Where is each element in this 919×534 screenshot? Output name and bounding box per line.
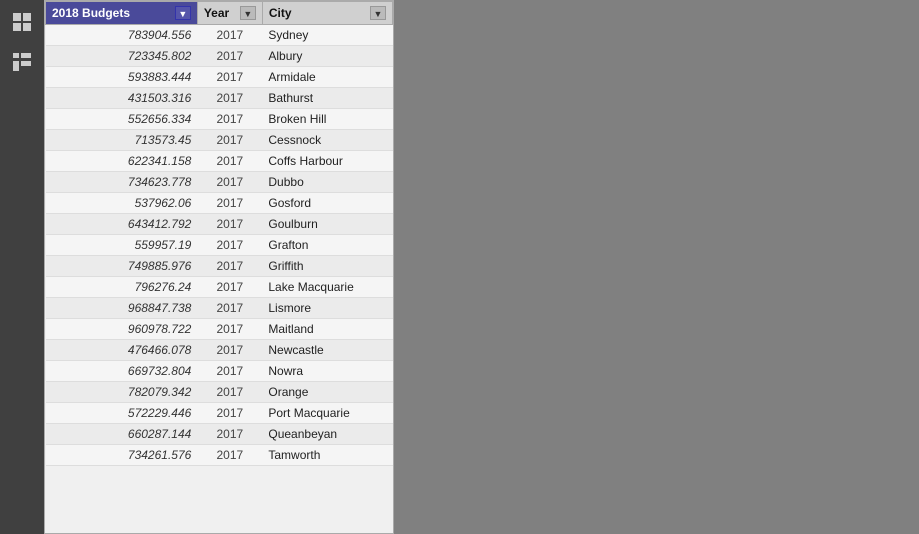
sidebar [0,0,44,534]
city-cell: Griffith [262,256,392,277]
budget-cell: 749885.976 [46,256,198,277]
table-row[interactable]: 713573.452017Cessnock [46,130,393,151]
budget-cell: 960978.722 [46,319,198,340]
city-column-header: City ▼ [262,2,392,25]
data-table: 2018 Budgets ▼ Year ▼ City ▼ [44,0,394,534]
budget-cell: 622341.158 [46,151,198,172]
year-cell: 2017 [197,403,262,424]
table-row[interactable]: 552656.3342017Broken Hill [46,109,393,130]
budget-cell: 734261.576 [46,445,198,466]
year-cell: 2017 [197,277,262,298]
year-cell: 2017 [197,67,262,88]
year-cell: 2017 [197,46,262,67]
city-cell: Coffs Harbour [262,151,392,172]
budget-cell: 782079.342 [46,382,198,403]
year-cell: 2017 [197,88,262,109]
year-cell: 2017 [197,172,262,193]
table-row[interactable]: 749885.9762017Griffith [46,256,393,277]
table-row[interactable]: 783904.5562017Sydney [46,25,393,46]
budget-cell: 476466.078 [46,340,198,361]
budget-cell: 552656.334 [46,109,198,130]
table-row[interactable]: 559957.192017Grafton [46,235,393,256]
table-row[interactable]: 476466.0782017Newcastle [46,340,393,361]
budget-cell: 537962.06 [46,193,198,214]
city-cell: Broken Hill [262,109,392,130]
table-row[interactable]: 593883.4442017Armidale [46,67,393,88]
budget-cell: 593883.444 [46,67,198,88]
budget-cell: 559957.19 [46,235,198,256]
year-cell: 2017 [197,25,262,46]
hierarchy-icon[interactable] [8,48,36,76]
year-cell: 2017 [197,214,262,235]
year-cell: 2017 [197,361,262,382]
table-row[interactable]: 782079.3422017Orange [46,382,393,403]
budget-cell: 734623.778 [46,172,198,193]
city-cell: Sydney [262,25,392,46]
city-cell: Queanbeyan [262,424,392,445]
city-cell: Port Macquarie [262,403,392,424]
year-cell: 2017 [197,424,262,445]
city-cell: Albury [262,46,392,67]
grid-icon[interactable] [8,8,36,36]
year-cell: 2017 [197,445,262,466]
year-cell: 2017 [197,319,262,340]
city-cell: Cessnock [262,130,392,151]
year-cell: 2017 [197,382,262,403]
budget-cell: 643412.792 [46,214,198,235]
year-cell: 2017 [197,340,262,361]
city-cell: Goulburn [262,214,392,235]
city-cell: Lake Macquarie [262,277,392,298]
budget-cell: 713573.45 [46,130,198,151]
table-row[interactable]: 660287.1442017Queanbeyan [46,424,393,445]
year-cell: 2017 [197,235,262,256]
table-row[interactable]: 669732.8042017Nowra [46,361,393,382]
year-cell: 2017 [197,298,262,319]
table-row[interactable]: 796276.242017Lake Macquarie [46,277,393,298]
year-cell: 2017 [197,151,262,172]
table-row[interactable]: 572229.4462017Port Macquarie [46,403,393,424]
year-cell: 2017 [197,193,262,214]
budget-cell: 968847.738 [46,298,198,319]
table-row[interactable]: 723345.8022017Albury [46,46,393,67]
year-cell: 2017 [197,130,262,151]
budget-cell: 572229.446 [46,403,198,424]
table-row[interactable]: 960978.7222017Maitland [46,319,393,340]
budget-cell: 660287.144 [46,424,198,445]
budget-cell: 783904.556 [46,25,198,46]
city-cell: Dubbo [262,172,392,193]
city-cell: Gosford [262,193,392,214]
budget-cell: 669732.804 [46,361,198,382]
budget-cell: 723345.802 [46,46,198,67]
city-cell: Lismore [262,298,392,319]
table-row[interactable]: 734261.5762017Tamworth [46,445,393,466]
year-cell: 2017 [197,109,262,130]
city-cell: Armidale [262,67,392,88]
city-filter-dropdown[interactable]: ▼ [370,6,386,20]
budget-filter-dropdown[interactable]: ▼ [175,6,191,20]
budget-cell: 431503.316 [46,88,198,109]
table-row[interactable]: 643412.7922017Goulburn [46,214,393,235]
year-filter-dropdown[interactable]: ▼ [240,6,256,20]
city-cell: Maitland [262,319,392,340]
table-row[interactable]: 431503.3162017Bathurst [46,88,393,109]
budget-column-header: 2018 Budgets ▼ [46,2,198,25]
right-panel [394,0,919,534]
city-cell: Grafton [262,235,392,256]
year-column-header: Year ▼ [197,2,262,25]
table-row[interactable]: 968847.7382017Lismore [46,298,393,319]
city-cell: Orange [262,382,392,403]
year-cell: 2017 [197,256,262,277]
table-row[interactable]: 734623.7782017Dubbo [46,172,393,193]
table-row[interactable]: 537962.062017Gosford [46,193,393,214]
budget-cell: 796276.24 [46,277,198,298]
city-cell: Bathurst [262,88,392,109]
city-cell: Tamworth [262,445,392,466]
table-row[interactable]: 622341.1582017Coffs Harbour [46,151,393,172]
city-cell: Nowra [262,361,392,382]
city-cell: Newcastle [262,340,392,361]
